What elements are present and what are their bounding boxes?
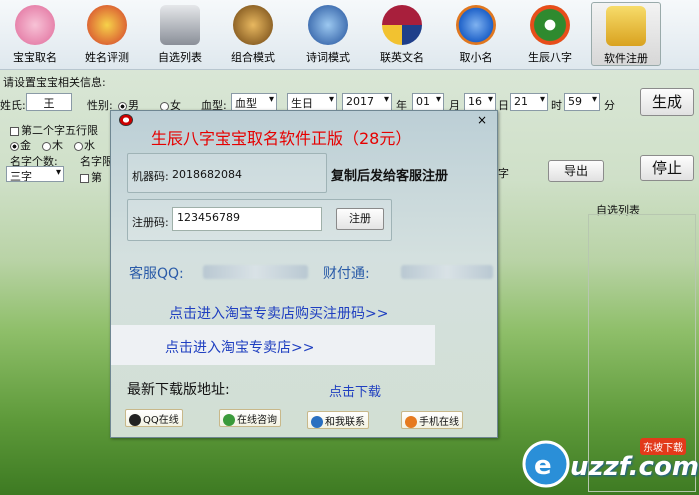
- first-char-checkbox[interactable]: 第: [80, 169, 102, 185]
- hour-unit: 时: [551, 99, 562, 112]
- register-group: 注册码: 123456789 注册: [127, 199, 392, 241]
- toolbar-name-evaluation[interactable]: 姓名评测: [72, 2, 142, 66]
- wood-label: 木: [52, 139, 63, 152]
- toolbar-label: 联英文名: [380, 51, 424, 64]
- toolbar-label: 姓名评测: [85, 51, 129, 64]
- watermark-sub: 东坡下载: [640, 438, 686, 455]
- download-link[interactable]: 点击下载: [329, 381, 381, 400]
- toolbar-label: 生辰八字: [528, 51, 572, 64]
- site-watermark: e uzzf.com 东坡下载: [512, 430, 699, 492]
- minute-select[interactable]: 59: [564, 93, 600, 111]
- badge-label: 手机在线: [419, 417, 459, 428]
- brush-cup-icon: [160, 5, 200, 45]
- name-count-select[interactable]: 三字: [6, 166, 64, 182]
- day-unit: 日: [498, 99, 509, 112]
- badge-label: 和我联系: [325, 417, 365, 428]
- download-label: 最新下载版地址:: [127, 382, 230, 398]
- shop-link-row: 点击进入淘宝专卖店>>: [111, 325, 435, 365]
- wuxing-water-radio[interactable]: 水: [74, 137, 95, 153]
- tenpay-value: [401, 265, 493, 279]
- customer-qq-label: 客服QQ:: [129, 266, 184, 282]
- qq-online-badge[interactable]: QQ在线: [125, 409, 183, 427]
- zi-label: 字: [498, 167, 509, 180]
- toolbar-software-registration[interactable]: 软件注册: [591, 2, 661, 66]
- wuxing-wood-radio[interactable]: 木: [42, 137, 63, 153]
- contact-icon: [311, 416, 323, 428]
- main-toolbar: 宝宝取名 姓名评测 自选列表 组合模式 诗词模式 联英文名 取小名 生辰八字 软…: [0, 0, 699, 70]
- shop-link[interactable]: 点击进入淘宝专卖店>>: [165, 337, 314, 357]
- machine-code-label: 机器码:: [132, 170, 169, 183]
- year-select[interactable]: 2017: [342, 93, 392, 111]
- book-icon: [308, 5, 348, 45]
- barcelona-badge-icon: [382, 5, 422, 45]
- surname-label: 姓氏:: [0, 99, 26, 112]
- toolbar-custom-list[interactable]: 自选列表: [145, 2, 215, 66]
- badge-label: 在线咨询: [237, 415, 277, 426]
- toolbar-baby-naming[interactable]: 宝宝取名: [0, 2, 70, 66]
- online-consult-badge[interactable]: 在线咨询: [219, 409, 281, 427]
- lion-icon: [233, 5, 273, 45]
- generate-button[interactable]: 生成: [640, 88, 694, 116]
- gold-label: 金: [20, 139, 31, 152]
- export-button[interactable]: 导出: [548, 160, 604, 182]
- app-icon: [119, 114, 133, 126]
- machine-code-group: 机器码: 2018682084: [127, 153, 327, 193]
- bagua-icon: [530, 5, 570, 45]
- toolbar-combination-mode[interactable]: 组合模式: [218, 2, 288, 66]
- second-wuxing-label: 第二个字五行限: [21, 124, 98, 137]
- toolbar-label: 自选列表: [158, 51, 202, 64]
- svg-text:e: e: [534, 451, 552, 481]
- minute-unit: 分: [604, 99, 615, 112]
- chat-icon: [223, 414, 235, 426]
- machine-code-value[interactable]: 2018682084: [172, 168, 242, 181]
- lock-icon: [606, 6, 646, 46]
- gender-label: 性别:: [87, 99, 113, 112]
- first-char-label: 第: [91, 171, 102, 184]
- contact-me-badge[interactable]: 和我联系: [307, 411, 369, 429]
- dialog-title: 生辰八字宝宝取名软件正版（28元）: [151, 129, 412, 148]
- toolbar-label: 组合模式: [231, 51, 275, 64]
- surname-input[interactable]: 王: [26, 93, 72, 111]
- birth-type-select[interactable]: 生日: [287, 93, 337, 111]
- watermark-text: uzzf.com: [570, 452, 699, 482]
- firefox-icon: [456, 5, 496, 45]
- month-select[interactable]: 01: [412, 93, 444, 111]
- toolbar-label: 宝宝取名: [13, 51, 57, 64]
- mobile-icon: [405, 416, 417, 428]
- tenpay-label: 财付通:: [323, 266, 370, 282]
- toolbar-label: 诗词模式: [306, 51, 350, 64]
- name-limit-label: 名字限: [80, 155, 113, 168]
- reg-code-input[interactable]: 123456789: [172, 207, 322, 231]
- form-hint: 请设置宝宝相关信息:: [3, 76, 106, 89]
- toolbar-label: 软件注册: [604, 52, 648, 65]
- register-button[interactable]: 注册: [336, 208, 384, 230]
- toolbar-bazi[interactable]: 生辰八字: [515, 2, 585, 66]
- gift-icon: [87, 5, 127, 45]
- customer-qq-value: [203, 265, 308, 279]
- toolbar-label: 取小名: [459, 51, 493, 64]
- badge-label: QQ在线: [143, 415, 179, 426]
- baby-icon: [15, 5, 55, 45]
- close-icon[interactable]: ×: [477, 113, 487, 127]
- hour-select[interactable]: 21: [510, 93, 548, 111]
- toolbar-nickname[interactable]: 取小名: [441, 2, 511, 66]
- qq-penguin-icon: [129, 414, 141, 426]
- wuxing-gold-radio[interactable]: 金: [10, 137, 31, 153]
- reg-code-label: 注册码:: [132, 216, 169, 229]
- second-wuxing-checkbox[interactable]: 第二个字五行限: [10, 122, 98, 138]
- day-select[interactable]: 16: [464, 93, 496, 111]
- copy-hint: 复制后发给客服注册: [331, 169, 449, 184]
- toolbar-poetry-mode[interactable]: 诗词模式: [293, 2, 363, 66]
- registration-dialog: × 生辰八字宝宝取名软件正版（28元） 机器码: 2018682084 复制后发…: [110, 110, 498, 438]
- stop-button[interactable]: 停止: [640, 155, 694, 181]
- toolbar-english-name[interactable]: 联英文名: [367, 2, 437, 66]
- blood-select[interactable]: 血型: [231, 93, 277, 111]
- water-label: 水: [84, 139, 95, 152]
- mobile-online-badge[interactable]: 手机在线: [401, 411, 463, 429]
- buy-code-link[interactable]: 点击进入淘宝专卖店购买注册码>>: [169, 303, 388, 323]
